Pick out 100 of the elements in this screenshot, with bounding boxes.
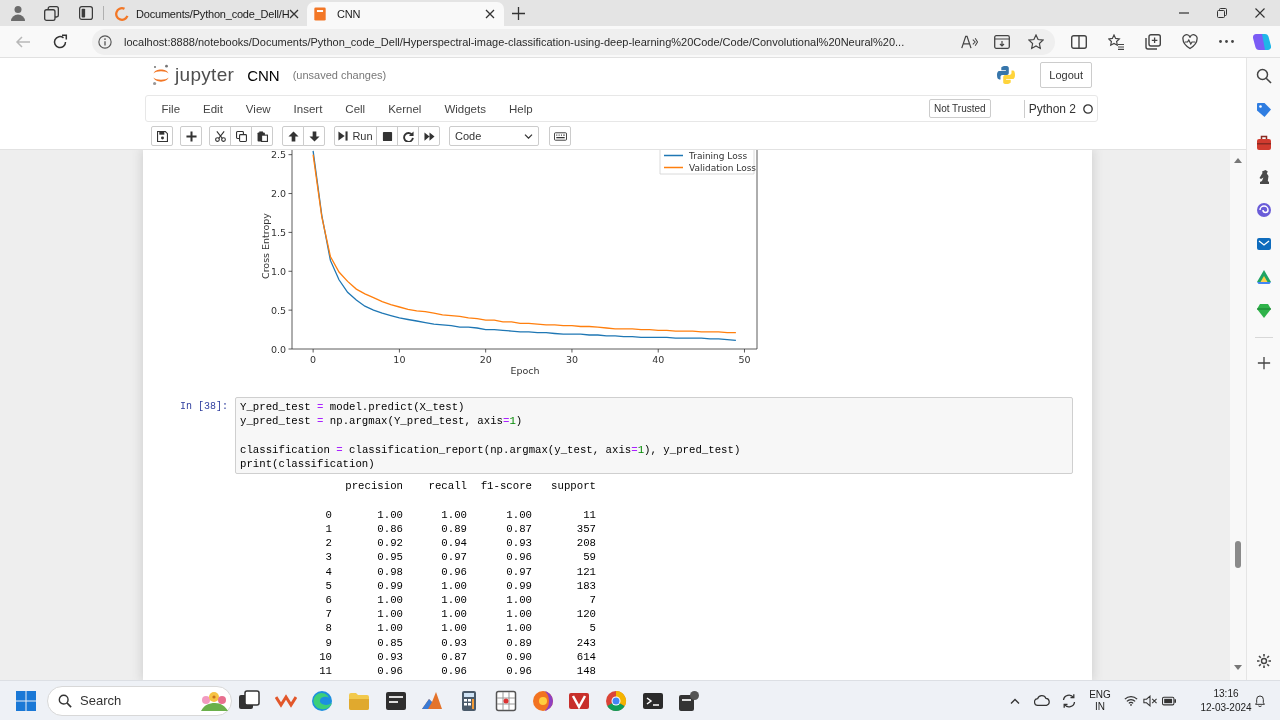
flowers-icon <box>199 690 229 711</box>
save-button[interactable] <box>151 126 173 146</box>
tag-icon[interactable] <box>1255 101 1272 118</box>
restart-icon <box>402 130 414 142</box>
task-view-icon[interactable] <box>238 689 260 712</box>
menu-item[interactable]: Help <box>497 102 545 115</box>
app-badge-icon[interactable] <box>678 689 701 712</box>
address-bar[interactable]: localhost:8888/notebooks/Documents/Python_code_Dell/Hyperspectral-image-classification-using-deep-learning%20Code/Code/Convolutional%20Neural%20... <box>92 28 1055 55</box>
browser-tab[interactable]: CNN <box>307 2 504 26</box>
trust-button[interactable]: Not Trusted <box>928 99 991 118</box>
info-icon[interactable] <box>98 34 112 49</box>
start-icon[interactable] <box>16 690 36 711</box>
favorite-star-icon[interactable] <box>1028 33 1044 50</box>
battery-icon[interactable] <box>1162 695 1176 706</box>
copy-button[interactable] <box>230 126 252 146</box>
menu-item[interactable]: Kernel <box>376 102 433 115</box>
split-screen-icon[interactable] <box>1071 33 1087 50</box>
favorites-icon[interactable] <box>1108 33 1124 50</box>
table-cell: 0.87 <box>506 521 532 537</box>
muted-speaker-icon[interactable] <box>1143 694 1157 707</box>
window-app-icon[interactable] <box>384 689 407 712</box>
menu-item[interactable]: File <box>150 102 192 115</box>
globe-icon[interactable] <box>531 689 554 712</box>
mail-icon[interactable] <box>1255 235 1272 252</box>
toolbox-icon[interactable] <box>1255 135 1272 151</box>
restore-icon[interactable] <box>1217 8 1227 18</box>
search-icon[interactable] <box>1255 68 1272 84</box>
bell-icon[interactable] <box>1255 694 1265 707</box>
column-header: support <box>551 479 596 494</box>
restart-button[interactable] <box>397 126 419 146</box>
swirl-logo-icon[interactable] <box>1253 32 1271 51</box>
app-window-icon[interactable] <box>994 33 1010 50</box>
cut-button[interactable] <box>209 126 231 146</box>
swirl-icon[interactable] <box>1255 202 1272 218</box>
menu-item[interactable]: Widgets <box>432 102 498 115</box>
table-cell: 1.00 <box>377 592 403 608</box>
refresh-icon[interactable] <box>52 33 68 50</box>
language-label[interactable]: ENG <box>1089 688 1111 701</box>
tab-actions-icon[interactable] <box>79 6 93 20</box>
close-icon[interactable] <box>485 9 495 19</box>
triangle-icon[interactable] <box>1255 269 1272 285</box>
workspaces-icon[interactable] <box>44 5 59 21</box>
menu-item[interactable]: Edit <box>191 102 235 115</box>
menu-item[interactable]: View <box>234 102 283 115</box>
clock-date[interactable]: 12-03-2024 <box>1200 700 1252 715</box>
scroll-up-icon[interactable] <box>1234 158 1242 163</box>
close-icon[interactable] <box>1255 8 1265 18</box>
chevron-up-icon[interactable] <box>1010 697 1020 704</box>
notebook-name[interactable]: CNN <box>247 66 280 84</box>
scroll-down-icon[interactable] <box>1234 665 1242 670</box>
axis-tick-label: 0 <box>310 353 317 365</box>
more-icon[interactable] <box>1219 40 1234 43</box>
table-cell: 7 <box>589 592 596 608</box>
segmented-circle-icon[interactable] <box>604 689 627 712</box>
table-cell: 1.00 <box>506 621 532 636</box>
move-up-button[interactable] <box>282 126 304 146</box>
insert-cell-button[interactable] <box>180 126 202 146</box>
heart-pulse-icon[interactable] <box>1182 33 1198 50</box>
logout-button[interactable]: Logout <box>1040 62 1092 88</box>
table-cell: 0.96 <box>506 663 532 679</box>
settings-icon[interactable] <box>1255 653 1272 669</box>
cloud-icon[interactable] <box>1034 695 1050 706</box>
collections-icon[interactable] <box>1145 33 1161 50</box>
code-line: y_pred_test = np.argmax(Y_pred_test, axis=1) <box>240 414 523 429</box>
scrollbar-thumb[interactable] <box>1235 541 1241 568</box>
gem-icon[interactable] <box>1255 302 1272 319</box>
grid-icon[interactable] <box>494 689 517 712</box>
region-label[interactable]: IN <box>1095 700 1105 713</box>
cell-type-select[interactable]: Code <box>449 126 539 146</box>
sync-icon[interactable] <box>1061 692 1077 709</box>
keyboard-button[interactable] <box>549 126 571 146</box>
wifi-icon[interactable] <box>1124 695 1138 706</box>
table-cell: 614 <box>576 649 596 664</box>
code-editor[interactable]: Y_pred_test = model.predict(X_test) y_pred_test = np.argmax(Y_pred_test, axis=1) classification = classification_report(np.argmax(y_test, axis=1), y_pred_test) print(classification) <box>235 397 1073 475</box>
logo-icon[interactable] <box>152 64 170 86</box>
column-header: precision <box>345 479 403 494</box>
table-cell: 1.00 <box>506 507 532 522</box>
browser-icon[interactable] <box>311 689 334 712</box>
run-button[interactable]: Run <box>334 126 377 146</box>
row-label: 5 <box>325 578 332 593</box>
plus-icon[interactable] <box>1256 355 1271 370</box>
row-label: 11 <box>319 663 332 679</box>
row-label: 1 <box>325 521 332 537</box>
plus-icon[interactable] <box>512 6 525 20</box>
table-cell: 357 <box>576 521 596 537</box>
read-aloud-icon[interactable] <box>961 34 978 49</box>
browser-tab[interactable]: Documents/Python_code_Dell/H <box>109 2 304 26</box>
close-icon[interactable] <box>289 9 300 19</box>
clock-time[interactable]: 13:16 <box>1213 686 1239 701</box>
search-field[interactable]: Search <box>80 693 180 708</box>
run-all-button[interactable] <box>418 126 440 146</box>
move-down-button[interactable] <box>303 126 325 146</box>
code-line: classification = classification_report(np.argmax(y_test, axis=1), y_pred_test) <box>240 442 741 458</box>
ring-icon <box>115 7 129 21</box>
paste-button[interactable] <box>251 126 273 146</box>
stop-button[interactable] <box>376 126 398 146</box>
menu-item[interactable]: Cell <box>333 102 377 115</box>
profile-icon[interactable] <box>10 5 26 21</box>
menu-item[interactable]: Insert <box>282 102 334 115</box>
search-box[interactable]: Search <box>47 685 232 716</box>
